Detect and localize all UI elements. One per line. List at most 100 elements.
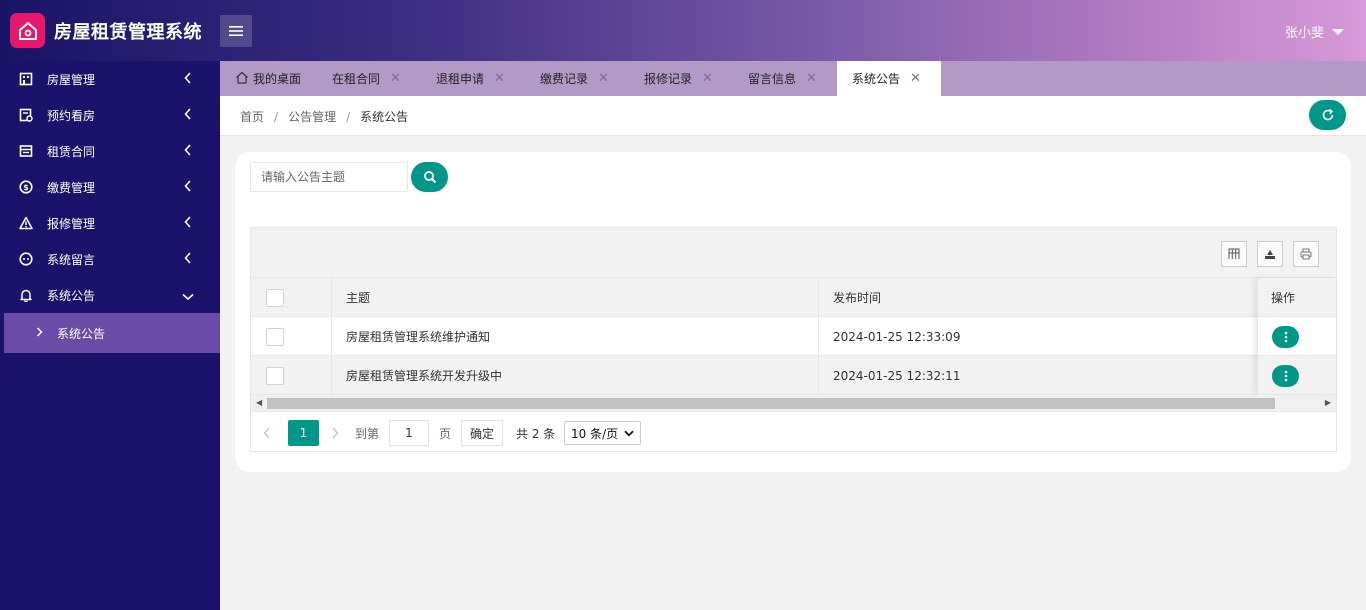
- content-card: 主题 发布时间 操作 房屋租赁管理系统维护通知 2024-01-25 12:33…: [235, 152, 1351, 472]
- row-actions-cell: [1272, 317, 1299, 356]
- warning-icon: [18, 215, 34, 231]
- sidebar-item-label: 系统留言: [47, 252, 96, 267]
- page-size-select[interactable]: 10 条/页: [564, 421, 642, 445]
- home-logo-icon: [10, 13, 45, 48]
- header-subject[interactable]: 主题: [346, 278, 370, 317]
- column-filter-button[interactable]: [1221, 241, 1247, 267]
- scroll-left-arrow-icon[interactable]: ◀: [256, 398, 262, 407]
- svg-text:$: $: [23, 183, 29, 192]
- tab-label: 报修记录: [644, 72, 693, 86]
- close-icon[interactable]: ✕: [910, 71, 921, 86]
- refresh-button[interactable]: [1309, 100, 1346, 130]
- scrollbar-thumb[interactable]: [267, 398, 1275, 409]
- close-icon[interactable]: ✕: [806, 71, 817, 86]
- row-checkbox[interactable]: [266, 317, 284, 356]
- sidebar-item-lease-contract[interactable]: 租赁合同: [0, 133, 220, 169]
- search-button[interactable]: [411, 162, 448, 192]
- print-button[interactable]: [1293, 241, 1319, 267]
- top-header: 房屋租赁管理系统 张小斐: [0, 0, 1366, 61]
- goto-confirm-button[interactable]: 确定: [461, 420, 504, 446]
- hamburger-icon: [229, 26, 243, 36]
- home-icon: [235, 71, 249, 87]
- header-publish-time[interactable]: 发布时间: [833, 278, 881, 317]
- tab-label: 在租合同: [332, 72, 381, 86]
- prev-page-button[interactable]: [263, 420, 271, 446]
- close-icon[interactable]: ✕: [598, 71, 609, 86]
- building-icon: [18, 71, 34, 87]
- tab-system-announcements[interactable]: 系统公告 ✕: [837, 61, 941, 96]
- table-row[interactable]: 房屋租赁管理系统维护通知 2024-01-25 12:33:09: [251, 317, 1336, 356]
- breadcrumb-home-link[interactable]: 首页: [240, 110, 264, 124]
- select-all-checkbox[interactable]: [266, 278, 284, 317]
- tab-repair-records[interactable]: 报修记录 ✕: [644, 61, 713, 96]
- more-vertical-icon: [1284, 370, 1287, 381]
- sidebar-item-label: 房屋管理: [47, 72, 96, 87]
- chevron-left-icon: [184, 144, 192, 159]
- sidebar-item-repair-management[interactable]: 报修管理: [0, 205, 220, 241]
- chevron-left-icon: [263, 427, 270, 439]
- chevron-left-icon: [184, 252, 192, 267]
- search-input[interactable]: [250, 162, 408, 192]
- tab-label: 缴费记录: [540, 72, 589, 86]
- export-icon: [1265, 250, 1275, 259]
- page-size-value: 10 条/页: [571, 426, 619, 441]
- table-row[interactable]: 房屋租赁管理系统开发升级中 2024-01-25 12:32:11: [251, 356, 1336, 395]
- sidebar-subitem-system-announcements[interactable]: 系统公告: [4, 313, 220, 353]
- columns-icon: [1228, 248, 1240, 259]
- tab-lease-termination[interactable]: 退租申请 ✕: [436, 61, 505, 96]
- more-vertical-icon: [1284, 331, 1287, 342]
- tab-message-info[interactable]: 留言信息 ✕: [748, 61, 817, 96]
- tab-label: 退租申请: [436, 72, 485, 86]
- chevron-left-icon: [184, 72, 192, 87]
- goto-page-input[interactable]: 1: [389, 420, 429, 446]
- message-icon: [18, 251, 34, 267]
- contract-icon: [18, 143, 34, 159]
- chevron-down-icon: [182, 290, 194, 304]
- header-actions: 操作: [1271, 291, 1296, 305]
- breadcrumb-bar: 首页 / 公告管理 / 系统公告: [220, 96, 1366, 136]
- sidebar-item-label: 预约看房: [47, 108, 96, 123]
- sidebar-item-viewing-appointment[interactable]: 预约看房: [0, 97, 220, 133]
- tab-payment-records[interactable]: 缴费记录 ✕: [540, 61, 609, 96]
- tab-active-contracts[interactable]: 在租合同 ✕: [332, 61, 401, 96]
- breadcrumb-current: 系统公告: [360, 110, 409, 124]
- row-more-button[interactable]: [1272, 325, 1299, 348]
- sidebar-item-label: 租赁合同: [47, 144, 96, 159]
- goto-label: 到第: [355, 426, 380, 441]
- user-menu[interactable]: 张小斐: [1285, 22, 1344, 41]
- chevron-right-icon: [332, 427, 339, 439]
- close-icon[interactable]: ✕: [494, 71, 505, 86]
- sidebar-item-label: 系统公告: [47, 288, 96, 303]
- table-header-row: 主题 发布时间 操作: [251, 278, 1336, 317]
- breadcrumb-announcement-mgmt-link[interactable]: 公告管理: [288, 110, 336, 124]
- sidebar-subitem-label: 系统公告: [57, 326, 106, 341]
- data-table: 主题 发布时间 操作 房屋租赁管理系统维护通知 2024-01-25 12:33…: [250, 227, 1337, 452]
- sidebar-item-system-announcements[interactable]: 系统公告: [0, 277, 220, 313]
- close-icon[interactable]: ✕: [390, 71, 401, 86]
- page-number-current[interactable]: 1: [288, 420, 319, 446]
- print-icon: [1300, 248, 1312, 260]
- row-actions-cell: [1272, 356, 1299, 395]
- horizontal-scrollbar[interactable]: ◀ ▶: [251, 395, 1336, 411]
- bell-icon: [18, 287, 34, 303]
- sidebar-item-payment-management[interactable]: $ 缴费管理: [0, 169, 220, 205]
- next-page-button[interactable]: [331, 420, 339, 446]
- row-checkbox[interactable]: [266, 356, 284, 395]
- table-toolbar: [251, 228, 1336, 278]
- calendar-check-icon: [18, 107, 34, 123]
- menu-toggle-button[interactable]: [220, 15, 252, 47]
- sidebar-item-system-messages[interactable]: 系统留言: [0, 241, 220, 277]
- total-count: 共 2 条: [516, 426, 556, 441]
- breadcrumb: 首页 / 公告管理 / 系统公告: [240, 110, 409, 124]
- caret-down-icon: [1332, 28, 1344, 35]
- row-more-button[interactable]: [1272, 364, 1299, 387]
- sidebar: 房屋管理 预约看房 租赁合同 $ 缴费管理 报修管理 系统留言 系统公告 系统公…: [0, 61, 220, 610]
- close-icon[interactable]: ✕: [702, 71, 713, 86]
- chevron-left-icon: [184, 180, 192, 195]
- sidebar-item-house-management[interactable]: 房屋管理: [0, 61, 220, 97]
- sidebar-item-label: 报修管理: [47, 216, 96, 231]
- tab-my-desktop[interactable]: 我的桌面: [235, 61, 301, 96]
- export-button[interactable]: [1257, 241, 1283, 267]
- chevron-left-icon: [184, 216, 192, 231]
- scroll-right-arrow-icon[interactable]: ▶: [1325, 398, 1331, 407]
